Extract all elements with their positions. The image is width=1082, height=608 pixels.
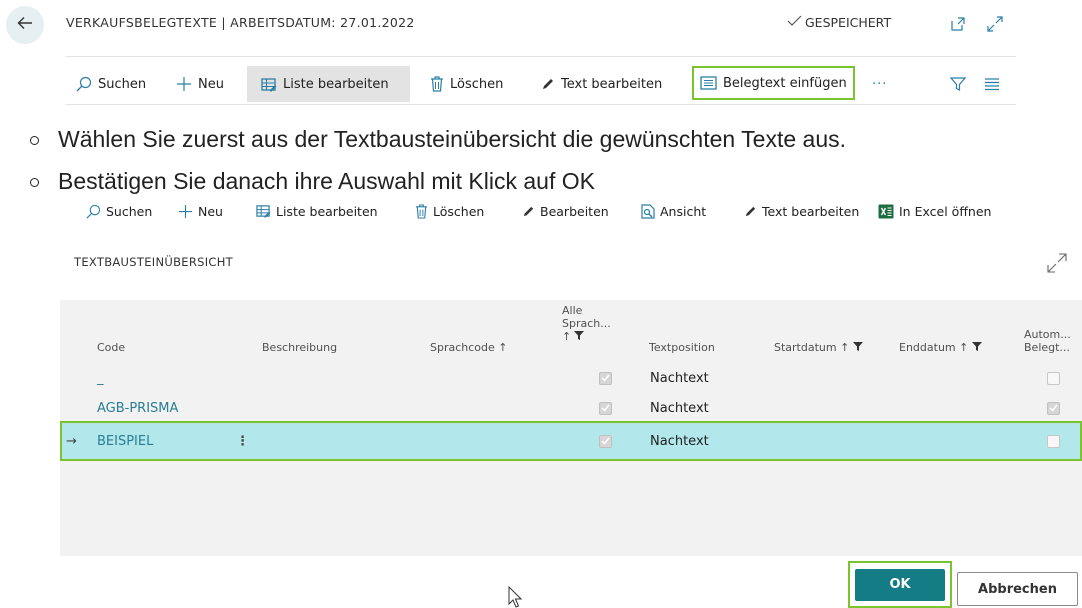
instruction-2: Bestätigen Sie danach ihre Auswahl mit K… — [30, 168, 595, 195]
list-new-button[interactable]: Neu — [178, 199, 223, 223]
edit-list-icon — [261, 77, 277, 92]
unchecked-checkbox-icon — [1047, 434, 1060, 448]
list-edit-list-button[interactable]: Liste bearbeiten — [256, 199, 378, 223]
excel-icon — [878, 204, 894, 219]
checked-checkbox-icon — [599, 401, 612, 415]
row-auto-checkbox[interactable] — [1047, 423, 1060, 459]
pencil-icon — [522, 205, 535, 218]
action-bar-top: Suchen Neu Liste bearbeiten Löschen Text… — [66, 66, 1016, 102]
list-edit-button[interactable]: Bearbeiten — [522, 199, 609, 223]
bullet-icon — [30, 136, 39, 145]
instruction-1: Wählen Sie zuerst aus der Textbausteinüb… — [30, 126, 846, 153]
list-delete-button[interactable]: Löschen — [415, 199, 484, 223]
filter-funnel-icon — [574, 330, 585, 343]
row-all-languages-checkbox[interactable] — [599, 363, 612, 393]
col-header-description[interactable]: Beschreibung — [262, 341, 337, 354]
filter-funnel-icon — [853, 341, 864, 354]
row-all-languages-checkbox[interactable] — [599, 393, 612, 423]
row-auto-checkbox[interactable] — [1047, 363, 1060, 393]
table-row[interactable]: _ Nachtext — [60, 363, 1082, 393]
col-header-end-date[interactable]: Enddatum ↑ — [899, 341, 983, 354]
row-code[interactable]: _ — [97, 363, 104, 393]
saved-status-label: GESPEICHERT — [805, 15, 892, 30]
row-selected-arrow-icon: → — [66, 433, 77, 449]
plus-icon — [176, 76, 192, 92]
insert-document-text-button[interactable]: Belegtext einfügen — [692, 66, 855, 100]
checked-checkbox-icon — [599, 371, 612, 385]
row-menu-icon[interactable]: ⋮ — [236, 423, 249, 459]
search-icon — [86, 204, 101, 219]
row-text-position: Nachtext — [650, 370, 709, 386]
search-icon — [76, 76, 92, 92]
open-in-excel-button[interactable]: In Excel öffnen — [878, 199, 991, 223]
filter-icon — [950, 76, 966, 92]
filter-funnel-icon — [972, 341, 983, 354]
expand-icon[interactable] — [1046, 252, 1068, 279]
back-arrow-icon — [16, 14, 34, 37]
row-text-position: Nachtext — [650, 400, 709, 416]
list-view-icon — [984, 77, 1000, 91]
document-text-icon — [700, 76, 717, 90]
row-text-position: Nachtext — [650, 433, 709, 449]
ok-highlight: OK — [848, 561, 952, 608]
list-edit-text-button[interactable]: Text bearbeiten — [744, 199, 859, 223]
action-bar-divider — [66, 104, 1016, 105]
expand-page-icon[interactable] — [987, 16, 1003, 37]
row-code[interactable]: BEISPIEL — [97, 423, 153, 459]
col-header-code[interactable]: Code — [97, 341, 125, 354]
row-auto-checkbox[interactable] — [1047, 393, 1060, 423]
bullet-icon — [30, 178, 39, 187]
pencil-icon — [744, 205, 757, 218]
view-icon — [641, 203, 655, 219]
ok-button[interactable]: OK — [855, 568, 945, 601]
back-button[interactable] — [6, 6, 44, 44]
plus-icon — [178, 204, 193, 219]
edit-list-icon — [256, 204, 271, 218]
saved-status: GESPEICHERT — [787, 15, 891, 30]
pencil-icon — [541, 77, 555, 91]
col-header-auto[interactable]: Autom... Belegt... — [1024, 328, 1071, 354]
row-all-languages-checkbox[interactable] — [599, 423, 612, 459]
cancel-button[interactable]: Abbrechen — [957, 572, 1078, 606]
row-code[interactable]: AGB-PRISMA — [97, 393, 178, 423]
page-title: VERKAUFSBELEGTEXTE | ARBEITSDATUM: 27.01… — [66, 15, 415, 30]
search-button[interactable]: Suchen — [76, 66, 146, 102]
header-divider — [66, 56, 1016, 57]
edit-text-button[interactable]: Text bearbeiten — [541, 66, 662, 102]
col-header-start-date[interactable]: Startdatum ↑ — [774, 341, 864, 354]
table-row-selected[interactable]: → BEISPIEL ⋮ Nachtext — [60, 421, 1082, 461]
trash-icon — [430, 76, 444, 92]
unchecked-checkbox-icon — [1047, 371, 1060, 385]
new-button[interactable]: Neu — [176, 66, 224, 102]
table-row[interactable]: AGB-PRISMA Nachtext — [60, 393, 1082, 423]
open-new-window-icon[interactable] — [950, 16, 966, 37]
col-header-all-languages[interactable]: Alle Sprach... ↑ — [562, 304, 611, 343]
delete-button[interactable]: Löschen — [430, 66, 503, 102]
checked-checkbox-icon — [1047, 401, 1060, 415]
checked-checkbox-icon — [599, 434, 612, 448]
list-title: TEXTBAUSTEINÜBERSICHT — [74, 255, 234, 269]
checkmark-icon — [787, 15, 802, 30]
edit-list-button[interactable]: Liste bearbeiten — [247, 66, 410, 102]
list-view-button[interactable]: Ansicht — [641, 199, 706, 223]
col-header-text-position[interactable]: Textposition — [649, 341, 715, 354]
col-header-language-code[interactable]: Sprachcode ↑ — [430, 341, 508, 354]
list-search-button[interactable]: Suchen — [86, 199, 152, 223]
list-view-button[interactable] — [984, 66, 1000, 102]
filter-button[interactable] — [950, 66, 966, 102]
trash-icon — [415, 203, 428, 219]
more-options-button[interactable]: ··· — [872, 66, 887, 102]
action-bar-list: Suchen Neu Liste bearbeiten Löschen Bear… — [72, 199, 1032, 223]
mouse-cursor-icon — [508, 585, 523, 608]
